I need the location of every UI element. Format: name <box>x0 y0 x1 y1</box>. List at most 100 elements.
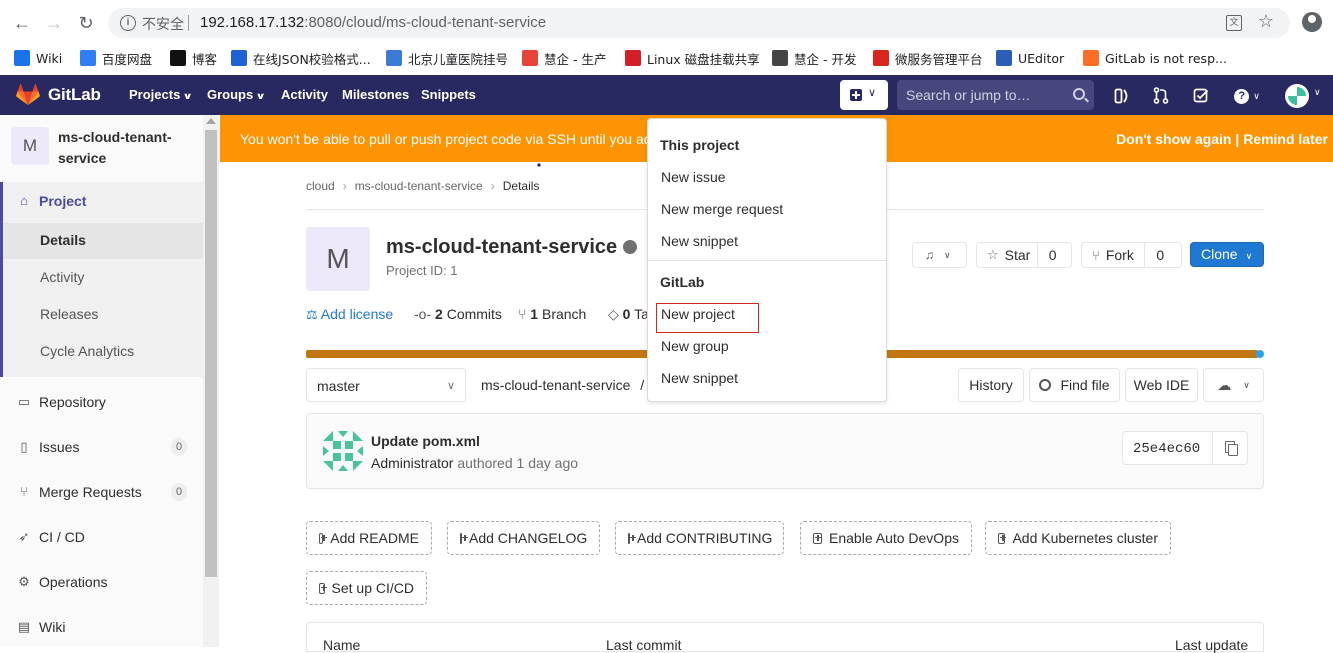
fork-button[interactable]: ⑂ Fork 0 <box>1081 242 1182 268</box>
star-button[interactable]: ☆ Star 0 <box>976 242 1072 268</box>
address-bar[interactable]: i 不安全 192.168.17.132:8080/cloud/ms-cloud… <box>108 8 1290 38</box>
bookmark-star-icon[interactable]: ☆ <box>1258 11 1274 32</box>
quick-action-enable-auto-devops[interactable]: Enable Auto DevOps <box>800 521 972 555</box>
sidebar-subitem-details[interactable]: Details <box>40 232 86 248</box>
commit-sha[interactable]: 25e4ec60 <box>1133 441 1200 457</box>
commit-author[interactable]: Administrator <box>371 455 453 471</box>
breadcrumb-project[interactable]: ms-cloud-tenant-service <box>355 179 483 193</box>
dropdown-new-merge-request[interactable]: New merge request <box>661 201 783 217</box>
quick-action-add-readme[interactable]: Add README <box>306 521 432 555</box>
star-icon: ☆ <box>987 247 999 262</box>
sidebar-item-wiki[interactable]: ▤ Wiki <box>0 608 203 645</box>
files-table: Name Last commit Last update <box>306 622 1264 653</box>
nav-milestones[interactable]: Milestones <box>342 87 409 102</box>
breadcrumb-details[interactable]: Details <box>503 179 540 193</box>
commits-link[interactable]: -o- 2 Commits <box>414 306 502 322</box>
remind-later-link[interactable]: Remind later <box>1243 131 1328 147</box>
user-avatar[interactable] <box>1285 84 1309 108</box>
notification-button[interactable]: ♫ ∨ <box>912 242 967 268</box>
bookmark-favicon-icon <box>1083 50 1099 66</box>
search-input[interactable] <box>897 80 1067 110</box>
sidebar-item-ci-cd[interactable]: ➶ CI / CD <box>0 518 203 555</box>
dropdown-new-group[interactable]: New group <box>661 338 729 354</box>
commit-message[interactable]: Update pom.xml <box>371 433 480 449</box>
bookmark-favicon-icon <box>386 50 402 66</box>
nav-groups[interactable]: Groups ∨ <box>207 87 266 102</box>
search-box[interactable] <box>897 80 1094 110</box>
dont-show-again-link[interactable]: Don't show again <box>1116 131 1231 147</box>
bookmark-item[interactable]: 在线JSON校验格式... <box>231 48 371 68</box>
forward-arrow-icon[interactable]: → <box>43 12 65 34</box>
chevron-down-icon[interactable]: ∨ <box>1314 87 1321 98</box>
nav-snippets[interactable]: Snippets <box>421 87 476 102</box>
sidebar-item-merge-requests[interactable]: ⑂ Merge Requests 0 <box>0 473 203 510</box>
wrench-icon[interactable] <box>527 162 542 177</box>
translate-icon[interactable]: 文 <box>1226 15 1242 31</box>
nav-activity[interactable]: Activity <box>281 87 328 102</box>
branch-select[interactable]: master ∨ <box>306 368 466 402</box>
bookmark-item[interactable]: GitLab is not resp... <box>1083 48 1227 68</box>
commits-count: 2 <box>435 306 443 322</box>
sidebar-item-repository[interactable]: ▭ Repository <box>0 383 203 420</box>
copy-icon[interactable] <box>1212 432 1248 464</box>
profile-icon[interactable] <box>1302 12 1322 32</box>
sidebar-subitem-cycle-analytics[interactable]: Cycle Analytics <box>40 343 134 359</box>
repo-path-root[interactable]: ms-cloud-tenant-service <box>481 377 630 393</box>
branch-label: Branch <box>541 306 587 322</box>
bookmark-item[interactable]: 慧企 - 开发 <box>772 48 856 68</box>
chart-icon[interactable] <box>489 163 504 177</box>
sidebar-item-issues[interactable]: ▯ Issues 0 <box>0 428 203 465</box>
gitlab-brand[interactable]: GitLab <box>48 85 101 105</box>
quick-action-set-up-ci-cd[interactable]: Set up CI/CD <box>306 571 427 605</box>
add-license-link[interactable]: ⚖ Add license <box>306 306 393 323</box>
bookmark-item[interactable]: Wiki <box>14 48 62 68</box>
help-icon[interactable]: ? ∨ <box>1231 85 1263 105</box>
history-button[interactable]: History <box>958 368 1024 402</box>
dropdown-new-project[interactable]: New project <box>661 306 735 322</box>
browser-chrome: ← → ↻ i 不安全 192.168.17.132:8080/cloud/ms… <box>0 0 1333 75</box>
sidebar-subitem-releases[interactable]: Releases <box>40 306 98 322</box>
clone-button[interactable]: Clone ∨ <box>1190 242 1264 267</box>
new-item-dropdown: This project New issue New merge request… <box>647 118 887 402</box>
new-item-button[interactable]: ∨ <box>840 80 888 110</box>
sidebar-scrollbar-thumb[interactable] <box>205 130 217 577</box>
bookmark-item[interactable]: Linux 磁盘挂载共享 <box>625 48 760 68</box>
dropdown-new-issue[interactable]: New issue <box>661 169 726 185</box>
bookmark-label: Linux 磁盘挂载共享 <box>647 51 760 67</box>
sidebar-item-operations[interactable]: ⚙ Operations <box>0 563 203 600</box>
quick-action-add-kubernetes-cluster[interactable]: Add Kubernetes cluster <box>985 521 1171 555</box>
branch-link[interactable]: ⑂ 1 Branch <box>518 306 586 322</box>
reload-icon[interactable]: ↻ <box>75 12 97 34</box>
todo-icon[interactable] <box>1193 88 1209 103</box>
url-text[interactable]: 192.168.17.132:8080/cloud/ms-cloud-tenan… <box>200 14 546 31</box>
commit-author-avatar[interactable] <box>323 431 363 471</box>
dropdown-new-snippet-gitlab[interactable]: New snippet <box>661 370 738 386</box>
sidebar-toggle-icon[interactable] <box>1114 88 1130 104</box>
bookmark-item[interactable]: 博客 <box>170 48 217 68</box>
merge-request-icon[interactable] <box>1153 87 1169 104</box>
omnibox-divider <box>188 15 189 31</box>
sidebar-subitem-activity[interactable]: Activity <box>40 269 84 285</box>
sidebar-item-project[interactable]: ⌂ Project <box>0 182 203 219</box>
breadcrumb-cloud[interactable]: cloud <box>306 179 335 193</box>
quick-action-add-contributing[interactable]: Add CONTRIBUTING <box>615 521 784 555</box>
scroll-up-arrow-icon[interactable] <box>206 118 216 124</box>
sidebar-project-avatar: M <box>11 127 49 165</box>
bookmark-item[interactable]: UEditor <box>996 48 1064 68</box>
quick-action-label: Add Kubernetes cluster <box>1012 530 1158 546</box>
info-icon[interactable]: i <box>120 15 136 31</box>
find-file-button[interactable]: Find file <box>1029 368 1120 402</box>
gitlab-logo-icon[interactable] <box>16 84 40 106</box>
bookmark-item[interactable]: 北京儿童医院挂号 <box>386 48 508 68</box>
dropdown-new-snippet-project[interactable]: New snippet <box>661 233 738 249</box>
web-ide-button[interactable]: Web IDE <box>1125 368 1198 402</box>
bookmark-item[interactable]: 百度网盘 <box>80 48 152 68</box>
sidebar-project-header[interactable]: M ms-cloud-tenant-service <box>0 115 203 175</box>
bookmark-item[interactable]: 慧企 - 生产 <box>522 48 606 68</box>
quick-action-add-changelog[interactable]: Add CHANGELOG <box>447 521 600 555</box>
nav-projects[interactable]: Projects ∨ <box>129 87 193 102</box>
download-button[interactable]: ☁ ∨ <box>1203 368 1264 402</box>
back-arrow-icon[interactable]: ← <box>11 12 33 34</box>
bookmark-item[interactable]: 微服务管理平台 <box>873 48 983 68</box>
plus-square-icon <box>460 532 468 544</box>
